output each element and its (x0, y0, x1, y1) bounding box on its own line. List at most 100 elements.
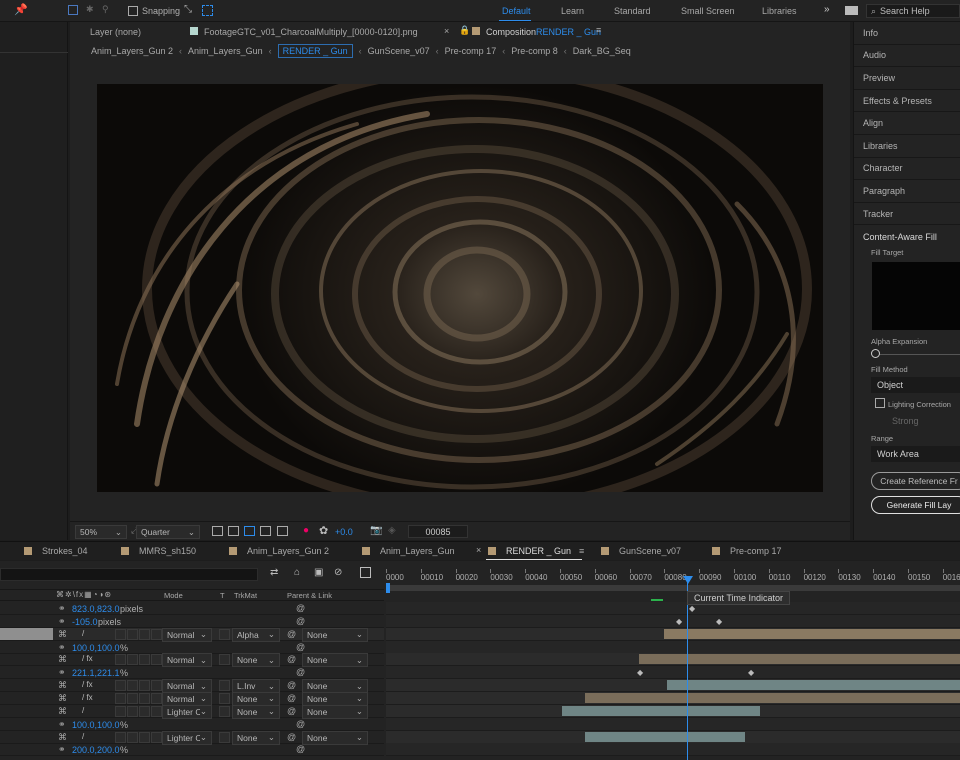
panel-item-paragraph[interactable]: Paragraph (854, 180, 960, 203)
layer-row[interactable]: ⌘ / fx Normal ⌄ None ⌄ @ None ⌄ (0, 653, 384, 668)
track-row[interactable] (386, 730, 960, 744)
cti-head[interactable] (683, 576, 693, 584)
switch-box[interactable] (115, 680, 126, 692)
layer-duration-bar[interactable] (585, 731, 745, 742)
expression-pickwhip-icon[interactable]: @ (296, 719, 305, 729)
link-icon[interactable]: ⚭ (58, 603, 66, 614)
track-row[interactable] (386, 679, 960, 693)
track-row[interactable] (386, 653, 960, 667)
keyframe-marker[interactable]: ◆ (637, 668, 643, 677)
link-icon[interactable]: ⚭ (58, 667, 66, 678)
exposure-reset-icon[interactable]: ✿ (319, 524, 328, 537)
fx-icon[interactable]: / fx (82, 654, 93, 663)
range-dropdown[interactable]: Work Area (871, 446, 960, 462)
comp-mini-flowchart-icon[interactable]: ⇄ (270, 567, 278, 578)
fx-icon[interactable]: / fx (82, 693, 93, 702)
property-row[interactable]: ⚭ 100.0,100.0% @ (0, 718, 384, 731)
timeline-tab[interactable]: MMRS_sh150 (121, 546, 196, 556)
track-row[interactable] (386, 691, 960, 705)
panel-item-info[interactable]: Info (854, 22, 960, 45)
quality-icon[interactable]: / (82, 706, 84, 715)
switch-box[interactable] (115, 654, 126, 666)
snapping-checkbox[interactable] (128, 6, 138, 16)
keyframe-marker[interactable]: ◆ (748, 668, 754, 677)
property-row[interactable]: ⚭ -105.0 pixels @ (0, 615, 384, 628)
workspace-standard[interactable]: Standard (614, 6, 651, 16)
exposure-value[interactable]: +0.0 (335, 527, 353, 537)
layer-row[interactable]: ⌘/Lighter Co⌄None⌄@None⌄ (0, 730, 384, 745)
create-reference-frame-button[interactable]: Create Reference Fr (871, 472, 960, 490)
track-row[interactable] (386, 640, 960, 654)
alpha-expansion-slider-track[interactable] (876, 354, 960, 355)
expression-pickwhip-icon[interactable]: @ (296, 616, 305, 626)
track-row[interactable] (386, 717, 960, 731)
comp-nav-item[interactable]: Dark_BG_Seq (573, 46, 631, 56)
link-icon[interactable]: ⚭ (58, 744, 66, 755)
close-tab-icon[interactable]: × (476, 545, 481, 555)
property-row[interactable]: ⚭ 200.0,200.0% @ (0, 743, 384, 757)
parent-pickwhip-icon[interactable]: @ (287, 732, 296, 742)
channel-rgb-icon[interactable]: ● (303, 525, 309, 536)
preserve-transparency-box[interactable] (219, 705, 230, 717)
preserve-transparency-box[interactable] (219, 628, 230, 640)
preserve-transparency-box[interactable] (219, 680, 230, 692)
shy-icon[interactable]: ⌘ (58, 680, 67, 691)
switch-box[interactable] (151, 692, 162, 704)
grid-guides-icon[interactable] (277, 526, 288, 536)
switch-box[interactable] (127, 692, 138, 704)
workspace-libraries[interactable]: Libraries (762, 6, 797, 16)
timeline-tab[interactable]: Anim_Layers_Gun (362, 546, 455, 556)
switch-box[interactable] (139, 628, 150, 640)
search-help-box[interactable]: ⌕ Search Help (866, 4, 960, 18)
track-row[interactable] (386, 743, 960, 757)
switch-box[interactable] (115, 731, 126, 743)
lock-icon[interactable]: 🔒 (459, 25, 470, 36)
switch-box[interactable] (151, 628, 162, 640)
switch-box[interactable] (139, 731, 150, 743)
workspace-small-screen[interactable]: Small Screen (681, 6, 735, 16)
shy-icon[interactable]: ⌘ (58, 706, 67, 717)
switch-box[interactable] (151, 705, 162, 717)
panel-item-character[interactable]: Character (854, 158, 960, 181)
switch-box[interactable] (151, 654, 162, 666)
switch-box[interactable] (115, 705, 126, 717)
roi-icon[interactable] (260, 526, 271, 536)
tab-composition-name[interactable]: RENDER _ Gun (536, 27, 601, 37)
pin-icon[interactable]: 📌 (14, 3, 28, 16)
switch-box[interactable] (139, 680, 150, 692)
parent-pickwhip-icon[interactable]: @ (287, 706, 296, 716)
layer-row[interactable]: ⌘ / Normal ⌄ Alpha ⌄ @ None ⌄ (0, 627, 384, 642)
timeline-search-field[interactable] (0, 568, 258, 581)
timeline-tab-active[interactable]: RENDER _ Gun ≡ (488, 546, 584, 556)
track-row[interactable] (386, 704, 960, 718)
property-value[interactable]: -105.0 (72, 617, 98, 627)
expression-pickwhip-icon[interactable]: @ (296, 642, 305, 652)
panel-item-align[interactable]: Align (854, 112, 960, 135)
property-row[interactable]: ⚭ 221.1,221.1% @ (0, 666, 384, 680)
tab-footage-name[interactable]: GTC_v01_CharcoalMultiply_[0000-0120].png (237, 27, 418, 37)
layer-row[interactable]: ⌘ / fx Normal ⌄ None ⌄ @ None ⌄ (0, 691, 384, 706)
show-snapshot-icon[interactable]: ◈ (388, 525, 396, 536)
switch-box[interactable] (139, 692, 150, 704)
snap-grid-icon[interactable] (202, 5, 213, 16)
track-row[interactable] (386, 627, 960, 641)
comp-nav-item[interactable]: Pre-comp 8 (511, 46, 558, 56)
workspace-learn[interactable]: Learn (561, 6, 584, 16)
layer-duration-bar[interactable] (585, 692, 960, 703)
zoom-dropdown[interactable]: 50% ⌄ (75, 525, 127, 539)
keyframe-marker[interactable]: ◆ (689, 604, 695, 613)
switch-box[interactable] (139, 705, 150, 717)
alpha-expansion-slider-handle[interactable] (871, 349, 880, 358)
track-row[interactable] (386, 666, 960, 680)
expression-pickwhip-icon[interactable]: @ (296, 667, 305, 677)
panel-item-tracker[interactable]: Tracker (854, 203, 960, 226)
keyframe-marker[interactable]: ◆ (676, 617, 682, 626)
shy-icon[interactable]: ⌘ (58, 629, 67, 640)
comp-nav-item[interactable]: Pre-comp 17 (445, 46, 497, 56)
panel-menu-icon[interactable]: ≡ (579, 546, 584, 556)
link-icon[interactable]: ⚭ (58, 616, 66, 627)
switch-box[interactable] (151, 731, 162, 743)
content-aware-fill-title[interactable]: Content-Aware Fill (854, 225, 960, 248)
property-row[interactable]: ⚭ 823.0,823.0 pixels @ (0, 602, 384, 615)
comp-nav-item[interactable]: Anim_Layers_Gun 2 (91, 46, 173, 56)
